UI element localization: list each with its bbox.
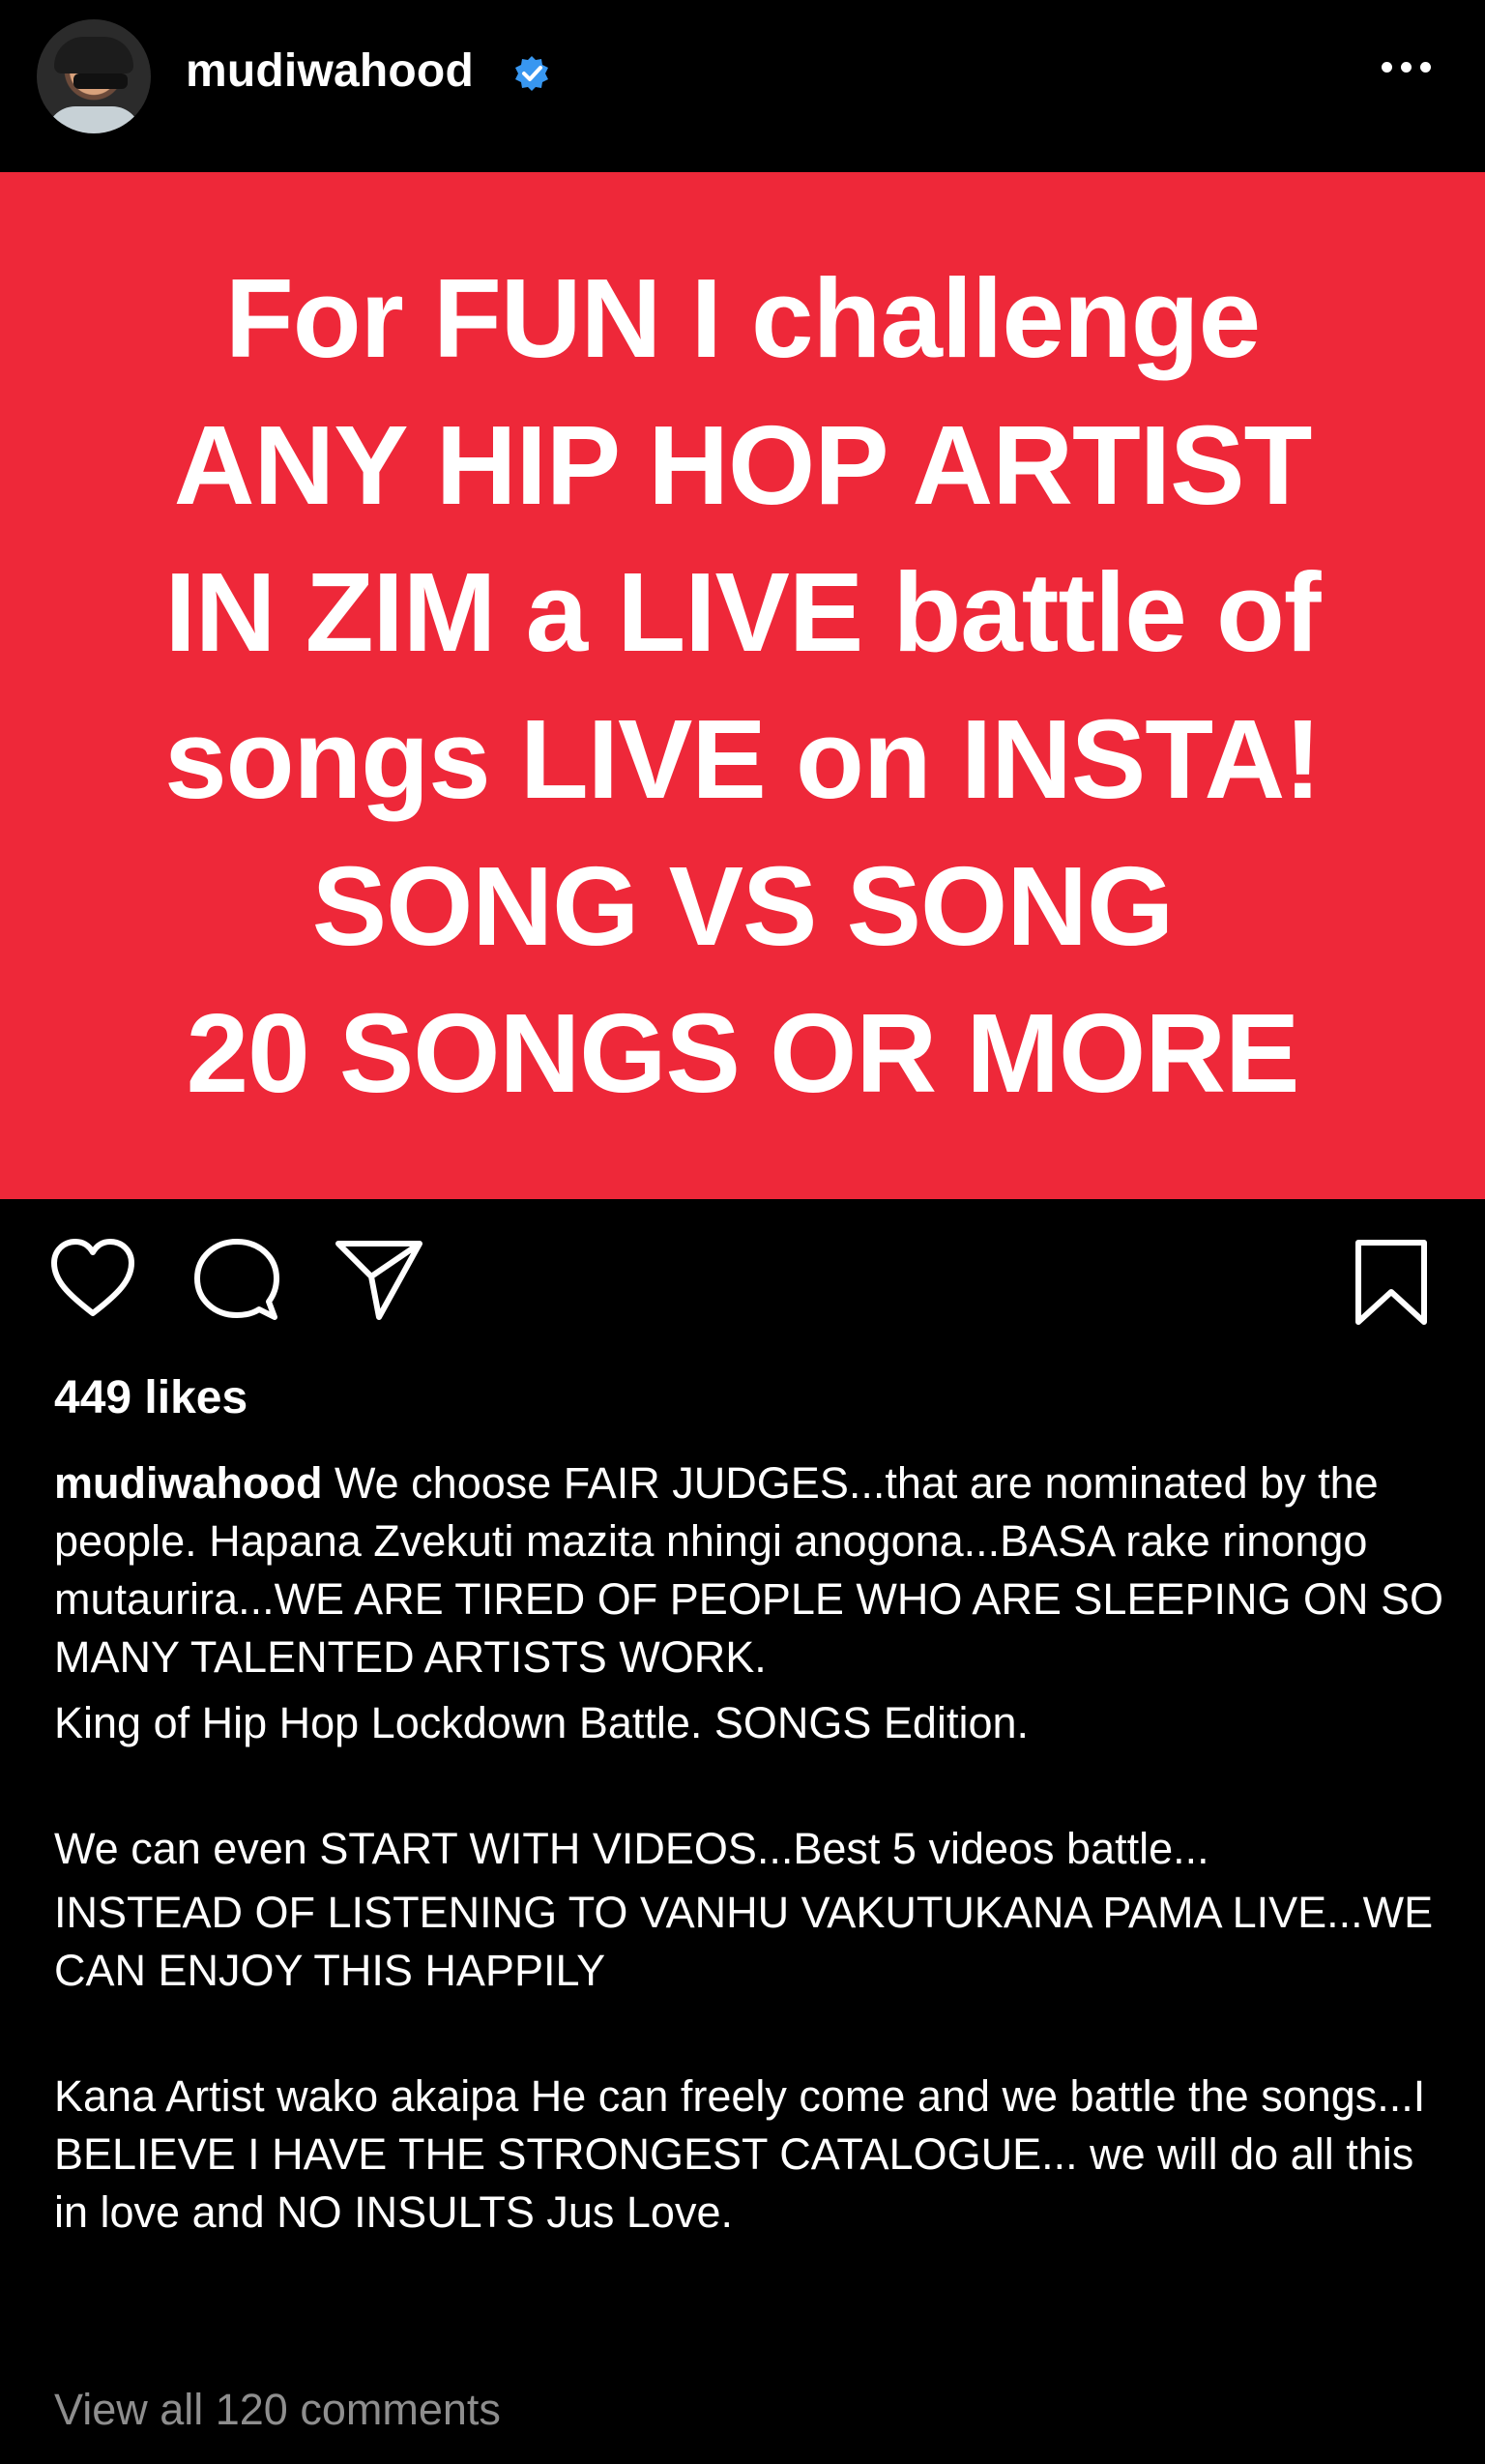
- banner-line: 20 SONGS OR MORE: [186, 990, 1300, 1116]
- likes-count[interactable]: 449 likes: [54, 1371, 248, 1424]
- avatar-shirt: [46, 106, 141, 133]
- post-caption: mudiwahood We choose FAIR JUDGES...that …: [54, 1454, 1446, 2242]
- banner-line: IN ZIM a LIVE battle of: [164, 549, 1321, 675]
- more-dot: [1401, 62, 1412, 73]
- comment-bubble-icon[interactable]: [193, 1238, 280, 1323]
- caption-paragraph: King of Hip Hop Lockdown Battle. SONGS E…: [54, 1698, 1030, 1747]
- post-username[interactable]: mudiwahood: [186, 44, 474, 98]
- post-header: mudiwahood: [0, 0, 1485, 172]
- bookmark-icon[interactable]: [1354, 1238, 1429, 1327]
- more-dot: [1382, 62, 1392, 73]
- banner-line: songs LIVE on INSTA!: [164, 696, 1322, 822]
- more-dot: [1420, 62, 1431, 73]
- caption-paragraph: Kana Artist wako akaipa He can freely co…: [54, 2071, 1426, 2237]
- caption-paragraph: INSTEAD OF LISTENING TO VANHU VAKUTUKANA…: [54, 1888, 1434, 1995]
- banner-line: ANY HIP HOP ARTIST: [173, 402, 1313, 528]
- banner-line: SONG VS SONG: [311, 843, 1174, 969]
- avatar[interactable]: [37, 19, 151, 133]
- caption-username[interactable]: mudiwahood: [54, 1458, 322, 1508]
- avatar-sunglasses: [73, 73, 128, 89]
- caption-paragraph: mudiwahood We choose FAIR JUDGES...that …: [54, 1454, 1446, 1687]
- verified-badge-icon: [515, 56, 548, 91]
- avatar-cap: [54, 37, 133, 73]
- caption-paragraph: We can even START WITH VIDEOS...Best 5 v…: [54, 1824, 1209, 1873]
- more-options-icon[interactable]: [1382, 62, 1431, 73]
- post-image-banner[interactable]: For FUN I challenge ANY HIP HOP ARTIST I…: [0, 172, 1485, 1199]
- view-all-comments-link[interactable]: View all 120 comments: [54, 2385, 501, 2435]
- heart-icon[interactable]: [48, 1238, 137, 1319]
- paper-plane-icon[interactable]: [335, 1238, 423, 1321]
- banner-line: For FUN I challenge: [224, 255, 1261, 381]
